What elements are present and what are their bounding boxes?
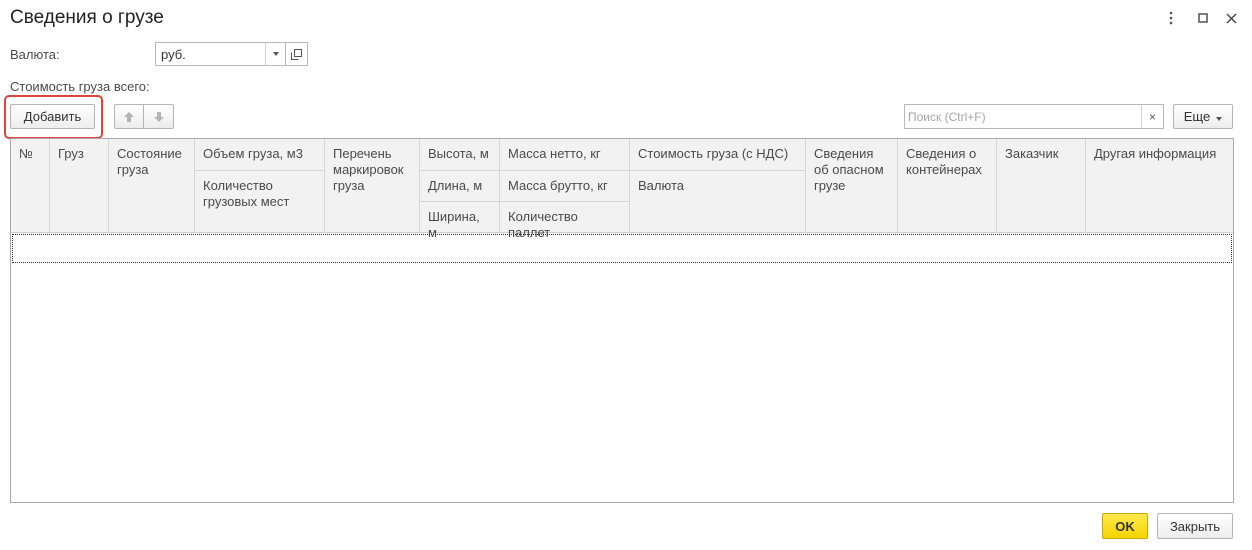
more-label: Еще xyxy=(1183,109,1211,124)
move-down-button[interactable] xyxy=(143,104,174,129)
table-header: № Груз Состояние груза Объем груза, м3 Колич… xyxy=(11,139,1233,240)
search-input[interactable]: Поиск (Ctrl+F) × xyxy=(904,104,1164,129)
col-other-info-header[interactable]: Другая информация xyxy=(1086,139,1233,232)
form-title: Сведения о грузе xyxy=(10,7,164,28)
column-header-label: Стоимость груза (с НДС) xyxy=(638,146,789,161)
col-mass-header[interactable]: Масса нетто, кг Масса брутто, кг Количеств… xyxy=(500,139,630,240)
column-header-label: Заказчик xyxy=(1005,146,1059,161)
close-button[interactable]: Закрыть xyxy=(1157,513,1233,539)
column-header-label: Объем груза, м3 xyxy=(203,146,303,161)
col-dangerous-header[interactable]: Сведения об опасном грузе xyxy=(806,139,898,232)
column-header-label: Масса брутто, кг xyxy=(500,170,629,194)
col-dimensions-header[interactable]: Высота, м Длина, м Ширина, м xyxy=(420,139,500,240)
search-placeholder: Поиск (Ctrl+F) xyxy=(908,110,986,124)
column-header-label: Длина, м xyxy=(420,170,499,194)
col-customer-header[interactable]: Заказчик xyxy=(997,139,1086,232)
column-header-label: Высота, м xyxy=(428,146,489,161)
column-header-label: Перечень маркировок груза xyxy=(333,146,404,193)
column-header-label: Количество грузовых мест xyxy=(195,170,324,210)
arrow-down-icon xyxy=(153,111,164,122)
col-cargo-state-header[interactable]: Состояние груза xyxy=(109,139,195,232)
currency-label: Валюта: xyxy=(10,47,60,62)
col-containers-header[interactable]: Сведения о контейнерах xyxy=(898,139,997,232)
col-markings-header[interactable]: Перечень маркировок груза xyxy=(325,139,420,232)
col-cargo-header[interactable]: Груз xyxy=(50,139,109,232)
col-number-header[interactable]: № xyxy=(11,139,50,232)
column-header-label: Сведения об опасном грузе xyxy=(814,146,884,193)
column-header-label: Другая информация xyxy=(1094,146,1217,161)
column-header-label: Груз xyxy=(58,146,84,161)
ok-button[interactable]: OK xyxy=(1102,513,1148,539)
currency-value: руб. xyxy=(161,47,186,62)
add-button[interactable]: Добавить xyxy=(10,104,95,129)
more-vertical-icon[interactable] xyxy=(1162,9,1180,27)
arrow-up-icon xyxy=(124,111,134,122)
total-cost-label: Стоимость груза всего: xyxy=(10,79,150,94)
open-window-icon xyxy=(291,48,302,60)
currency-select[interactable]: руб. xyxy=(155,42,286,66)
clear-search-icon[interactable]: × xyxy=(1141,105,1163,128)
more-button[interactable]: Еще xyxy=(1173,104,1233,129)
col-cost-header[interactable]: Стоимость груза (с НДС) Валюта xyxy=(630,139,806,232)
open-currency-button[interactable] xyxy=(286,42,308,66)
close-icon[interactable] xyxy=(1222,9,1240,27)
table-row[interactable] xyxy=(12,234,1232,263)
column-header-label: Состояние груза xyxy=(117,146,182,177)
chevron-down-icon xyxy=(1216,109,1223,124)
column-header-label: № xyxy=(19,146,33,161)
column-header-label: Масса нетто, кг xyxy=(508,146,601,161)
cargo-table[interactable]: № Груз Состояние груза Объем груза, м3 Колич… xyxy=(10,138,1234,503)
column-header-label: Сведения о контейнерах xyxy=(906,146,982,177)
maximize-icon[interactable] xyxy=(1194,9,1212,27)
chevron-down-icon[interactable] xyxy=(265,43,285,65)
column-header-label: Валюта xyxy=(630,170,805,194)
col-volume-header[interactable]: Объем груза, м3 Количество грузовых мест xyxy=(195,139,325,232)
move-up-button[interactable] xyxy=(114,104,144,129)
